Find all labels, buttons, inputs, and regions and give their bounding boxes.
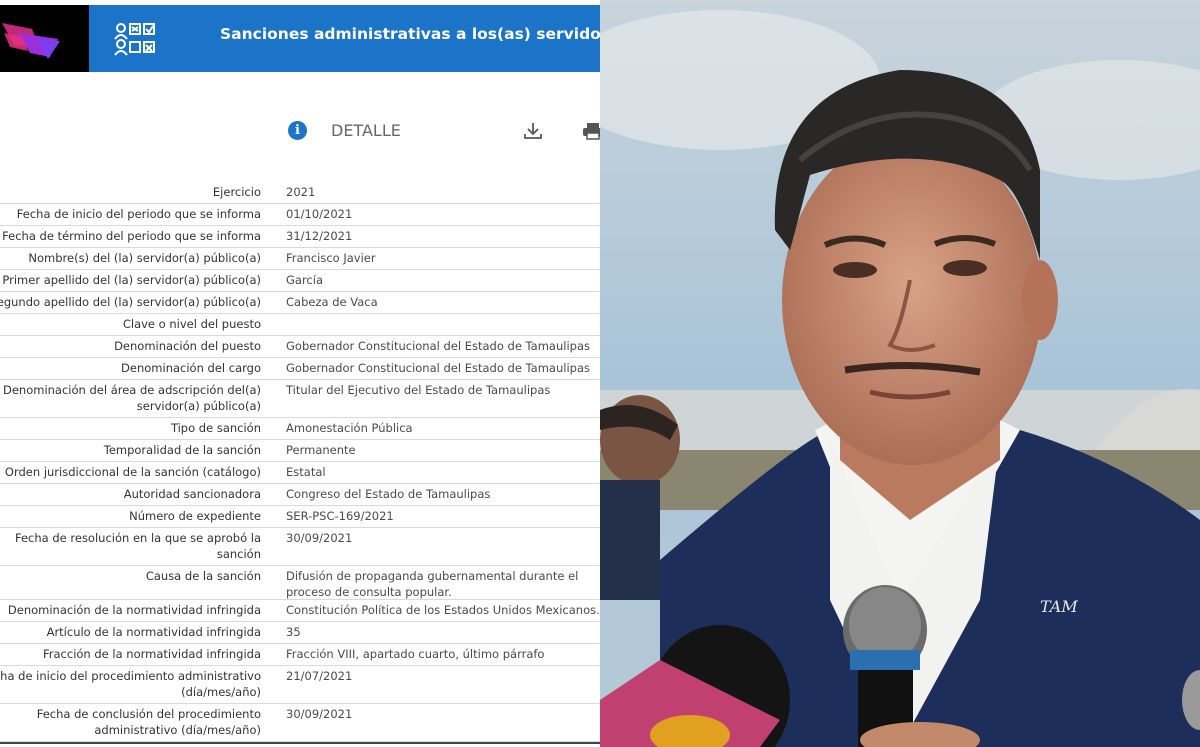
lapel-pin-logo: TAM: [1040, 597, 1078, 616]
detail-row: Fecha de inicio del procedimiento admini…: [0, 665, 600, 704]
detail-row-value: Permanente: [286, 443, 356, 457]
detail-row-value: Amonestación Pública: [286, 421, 413, 435]
detail-row-label: Clave o nivel del puesto: [122, 317, 261, 331]
detail-row: Ejercicio 2021: [0, 181, 600, 204]
detail-row-label: Nombre(s) del (la) servidor(a) público(a…: [28, 251, 261, 265]
detail-row: Artículo de la normatividad infringida 35: [0, 621, 600, 644]
detail-row: Orden jurisdiccional de la sanción (catá…: [0, 461, 600, 484]
detail-row-value: Gobernador Constitucional del Estado de …: [286, 361, 590, 375]
detail-row-label: Fracción de la normatividad infringida: [43, 647, 261, 661]
detail-row-label: Fecha de resolución en la que se aprobó …: [14, 531, 261, 561]
detail-row-label: Artículo de la normatividad infringida: [46, 625, 261, 639]
detail-row: Segundo apellido del (la) servidor(a) pú…: [0, 291, 600, 314]
download-icon[interactable]: [522, 121, 544, 141]
detail-row: Fecha de inicio del periodo que se infor…: [0, 203, 600, 226]
detail-row-value: SER-PSC-169/2021: [286, 509, 394, 523]
detail-row-value: 30/09/2021: [286, 707, 353, 721]
detail-row-value: 30/09/2021: [286, 531, 353, 545]
detail-row-label: Temporalidad de la sanción: [103, 443, 261, 457]
detail-row-label: Denominación del cargo: [121, 361, 261, 375]
detail-row-label: Fecha de inicio del procedimiento admini…: [0, 669, 261, 699]
info-icon: i: [288, 121, 307, 140]
detail-row: Clave o nivel del puesto: [0, 313, 600, 336]
detail-label: DETALLE: [331, 121, 401, 140]
detail-row: Nombre(s) del (la) servidor(a) público(a…: [0, 247, 600, 270]
detail-row: Fecha de resolución en la que se aprobó …: [0, 527, 600, 566]
detail-row-value: Difusión de propaganda gubernamental dur…: [286, 569, 579, 599]
detail-row-value: 01/10/2021: [286, 207, 353, 221]
print-icon[interactable]: [582, 122, 600, 140]
detail-row: Denominación de la normatividad infringi…: [0, 599, 600, 622]
detail-row-value: Francisco Javier: [286, 251, 376, 265]
detail-row-label: Denominación de la normatividad infringi…: [7, 603, 261, 617]
detail-row: Denominación del cargo Gobernador Constit…: [0, 357, 600, 380]
divider: [0, 742, 600, 744]
detail-row-label: Orden jurisdiccional de la sanción (catá…: [4, 465, 261, 479]
portal-logo[interactable]: [0, 5, 89, 72]
detail-row-value: 21/07/2021: [286, 669, 353, 683]
detail-row: Número de expediente SER-PSC-169/2021: [0, 505, 600, 528]
detail-row-label: Segundo apellido del (la) servidor(a) pú…: [0, 295, 261, 309]
detail-row-value: Fracción VIII, apartado cuarto, último p…: [286, 647, 545, 661]
detail-row: Autoridad sancionadora Congreso del Estad…: [0, 483, 600, 506]
detail-row-value: Congreso del Estado de Tamaulipas: [286, 487, 491, 501]
detail-row-label: Denominación del puesto: [114, 339, 261, 353]
detail-row: Fracción de la normatividad infringida Fr…: [0, 643, 600, 666]
detail-row-label: Autoridad sancionadora: [123, 487, 261, 501]
detail-row-value: Constitución Política de los Estados Uni…: [286, 603, 600, 617]
sanctions-list-icon: [114, 23, 155, 56]
detail-row: Tipo de sanción Amonestación Pública: [0, 417, 600, 440]
detail-row-label: Primer apellido del (la) servidor(a) púb…: [2, 273, 261, 287]
detail-row-value: Cabeza de Vaca: [286, 295, 378, 309]
detail-row-label: Fecha de inicio del periodo que se infor…: [16, 207, 261, 221]
page-title: Sanciones administrativas a los(as) serv…: [220, 25, 600, 43]
detail-row-value: Estatal: [286, 465, 326, 479]
detail-row-label: Ejercicio: [212, 185, 261, 199]
detail-row-label: Número de expediente: [129, 509, 261, 523]
detail-row-value: 31/12/2021: [286, 229, 353, 243]
detail-row: Temporalidad de la sanción Permanente: [0, 439, 600, 462]
detail-row-value: 2021: [286, 185, 316, 199]
detail-row: Fecha de conclusión del procedimiento ad…: [0, 703, 600, 742]
transparency-portal-panel: Sanciones administrativas a los(as) serv…: [0, 0, 600, 747]
detail-row: Fecha de término del periodo que se info…: [0, 225, 600, 248]
detail-row-value: García: [286, 273, 323, 287]
portal-header: Sanciones administrativas a los(as) serv…: [0, 5, 600, 72]
detail-row-value: Titular del Ejecutivo del Estado de Tama…: [286, 383, 551, 397]
detail-row-label: Fecha de término del periodo que se info…: [2, 229, 261, 243]
detail-row-label: Tipo de sanción: [170, 421, 261, 435]
detail-row: Denominación del puesto Gobernador Consti…: [0, 335, 600, 358]
detail-row: Denominación del área de adscripción del…: [0, 379, 600, 418]
detail-row: Primer apellido del (la) servidor(a) púb…: [0, 269, 600, 292]
detail-row-label: Fecha de conclusión del procedimiento ad…: [36, 707, 261, 737]
detail-row-value: Gobernador Constitucional del Estado de …: [286, 339, 590, 353]
detail-row-value: 35: [286, 625, 301, 639]
detail-row: Causa de la sanción Difusión de propagand…: [0, 565, 600, 600]
detail-row-label: Causa de la sanción: [145, 569, 261, 583]
governor-photo: TAM: [600, 0, 1200, 747]
detail-row-label: Denominación del área de adscripción del…: [2, 383, 261, 413]
